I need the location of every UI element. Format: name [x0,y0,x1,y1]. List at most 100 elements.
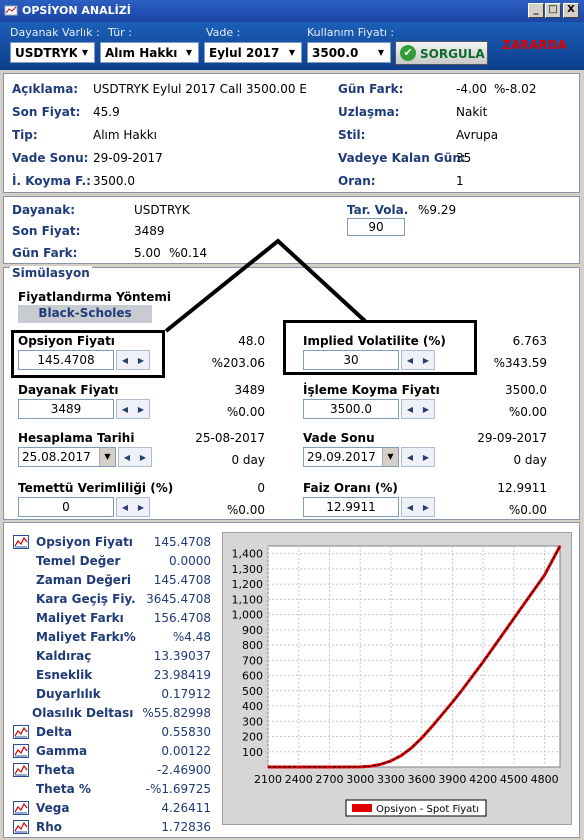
greek-label: Vega [36,801,70,815]
chart-panel: 100 200 300 400 500 600 700 800 900 1,000 1,100 1,2… [222,532,572,825]
strike-select[interactable]: 3500.0 ▼ [307,42,391,63]
y-tick-label: 1,100 [232,593,264,606]
underlying-price-spinner[interactable]: ◀ ▶ [116,399,150,419]
dividend-input[interactable]: 0 [18,497,114,517]
greek-row[interactable]: Opsiyon Fiyatı 145.4708 [3,535,213,551]
ratio-label: Oran: [338,174,376,188]
chart-icon[interactable] [13,535,29,549]
expiry-date-spinner[interactable]: ◀ ▶ [401,447,435,467]
hist-vol-days-input[interactable]: 90 [347,218,405,236]
chevron-right-icon[interactable]: ▶ [423,405,429,414]
calc-date-picker[interactable]: 25.08.2017 ▼ [18,447,116,467]
strike-label: İ. Koyma F.: [12,174,91,188]
type-label: Tip: [12,128,38,142]
chart-icon[interactable] [13,801,29,815]
greek-value: %4.48 [172,630,211,644]
chevron-right-icon[interactable]: ▶ [140,453,146,462]
data-point [523,603,525,605]
maximize-button[interactable]: □ [545,3,561,18]
greek-row[interactable]: Gamma 0.00122 [3,744,213,760]
y-tick-label: 1,200 [232,578,264,591]
strike-price-spinner[interactable]: ◀ ▶ [401,399,435,419]
chevron-left-icon[interactable]: ◀ [122,405,128,414]
data-point [559,545,561,547]
y-tick-label: 400 [242,700,263,713]
strike-price-input[interactable]: 3500.0 [303,399,399,419]
chevron-right-icon[interactable]: ▶ [423,503,429,512]
greek-value: 145.4708 [153,535,211,549]
underlying-price-r2: %0.00 [226,405,265,419]
greek-row[interactable]: Vega 4.26411 [3,801,213,817]
greek-value: 1.72836 [161,820,211,834]
greek-label: Temel Değer [36,554,121,568]
last-price-value: 45.9 [93,105,120,119]
underlying-label: Dayanak Varlık : [10,26,100,39]
greek-value: 3645.4708 [146,592,211,606]
greek-value: 23.98419 [153,668,211,682]
interest-rate-input[interactable]: 12.9911 [303,497,399,517]
calc-date-spinner[interactable]: ◀ ▶ [118,447,152,467]
close-button[interactable]: X [563,3,579,18]
chevron-left-icon[interactable]: ◀ [407,503,413,512]
y-tick-label: 300 [242,715,263,728]
minimize-button[interactable]: _ [528,3,544,18]
interest-rate-label: Faiz Oranı (%) [303,481,398,495]
last-price-label: Son Fiyat: [12,105,81,119]
expiry-date-picker[interactable]: 29.09.2017 ▼ [303,447,399,467]
data-point [267,766,269,768]
chevron-right-icon[interactable]: ▶ [138,405,144,414]
pricing-method-value[interactable]: Black-Scholes [18,305,152,323]
greek-row[interactable]: Theta -2.46900 [3,763,213,779]
greek-row: Temel Değer 0.0000 [3,554,213,570]
option-price-r1: 48.0 [238,334,265,348]
hist-vol-label: Tar. Vola. [347,203,409,217]
interest-rate-r1: 12.9911 [497,481,547,495]
y-tick-label: 1,400 [232,548,264,561]
underlying-price-label: Dayanak Fiyatı [18,383,119,397]
settlement-value: Nakit [456,105,488,119]
underlying-price-r1: 3489 [234,383,265,397]
chevron-left-icon[interactable]: ◀ [407,405,413,414]
type-select[interactable]: Alım Hakkı ▼ [100,42,199,63]
highlight-box-option-price [11,330,165,378]
days-left-value: 35 [456,151,472,165]
chart-icon[interactable] [13,744,29,758]
chevron-right-icon[interactable]: ▶ [423,453,429,462]
query-button[interactable]: ✔ SORGULA [395,41,488,65]
day-change-value: -4.00 [456,82,488,96]
chevron-left-icon[interactable]: ◀ [407,453,413,462]
type-value: Alım Hakkı [93,128,157,142]
y-tick-label: 1,300 [232,563,264,576]
chevron-left-icon[interactable]: ◀ [122,503,128,512]
dividend-label: Temettü Verimliliği (%) [18,481,174,495]
greek-row[interactable]: Rho 1.72836 [3,820,213,836]
callout-arrow [164,238,367,333]
greek-row: Maliyet Farkı% %4.48 [3,630,213,646]
data-point [369,765,372,768]
underlying-price-input[interactable]: 3489 [18,399,114,419]
y-tick-label: 900 [242,624,263,637]
chart-icon[interactable] [13,763,29,777]
greek-row[interactable]: Delta 0.55830 [3,725,213,741]
chevron-left-icon[interactable]: ◀ [124,453,130,462]
greek-value: 145.4708 [153,573,211,587]
expiry-select[interactable]: Eylul 2017 ▼ [204,42,302,63]
dividend-spinner[interactable]: ◀ ▶ [116,497,150,517]
greek-label: Maliyet Farkı [36,611,124,625]
x-tick-label: 2700 [315,773,343,786]
simulation-title: Simülasyon [10,266,92,280]
underlying-change-label: Gün Fark: [12,246,78,260]
greek-value: 4.26411 [161,801,211,815]
chevron-right-icon[interactable]: ▶ [138,503,144,512]
legend-swatch [352,804,372,812]
chart-icon[interactable] [13,725,29,739]
underlying-select[interactable]: USDTRYK ▼ [10,42,95,63]
y-tick-label: 1,000 [232,609,264,622]
data-point [379,763,382,766]
greek-row: Duyarlılık 0.17912 [3,687,213,703]
chart-icon[interactable] [13,820,29,834]
y-tick-label: 700 [242,654,263,667]
ratio-value: 1 [456,174,464,188]
data-point [400,754,402,757]
interest-rate-spinner[interactable]: ◀ ▶ [401,497,435,517]
